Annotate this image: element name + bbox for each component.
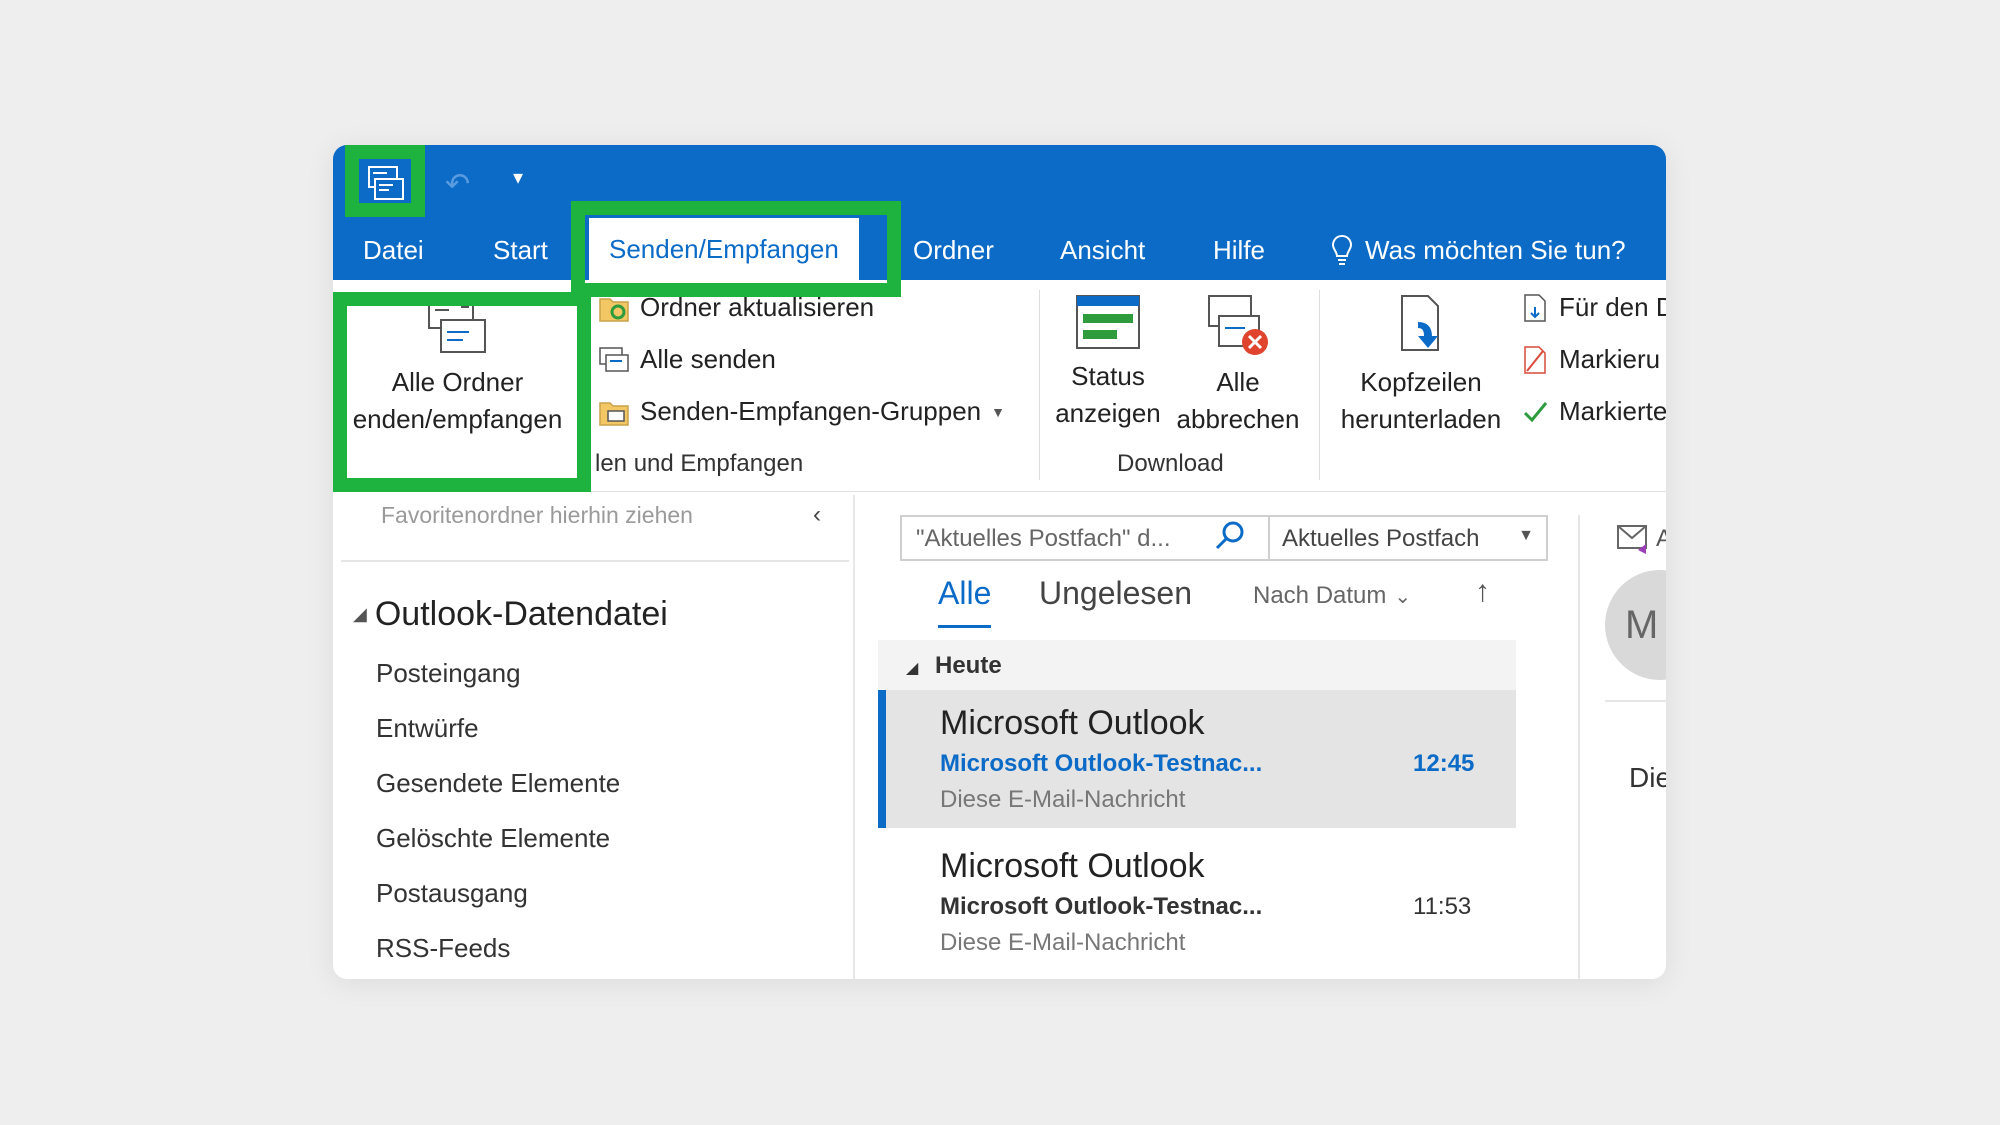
mail-sender: Microsoft Outlook	[940, 704, 1205, 742]
search-scope-dropdown[interactable]: Aktuelles Postfach ▼	[1268, 515, 1548, 561]
filter-unread[interactable]: Ungelesen	[1039, 575, 1192, 612]
send-receive-all-button[interactable]: Alle Ordner enden/empfangen	[345, 292, 570, 438]
update-folder-button[interactable]: Ordner aktualisieren	[598, 292, 874, 323]
send-receive-icon	[427, 295, 486, 353]
group-label-download: Download	[1117, 450, 1224, 477]
mark-download-icon	[1524, 345, 1546, 374]
send-receive-icon[interactable]	[363, 165, 409, 203]
cancel-all-button[interactable]: Alle abbrechen	[1173, 292, 1303, 438]
send-receive-all-label-2: enden/empfangen	[352, 404, 563, 434]
show-progress-label-1: Status	[1071, 361, 1145, 391]
send-all-button[interactable]: Alle senden	[598, 344, 776, 375]
mail-subject: Microsoft Outlook-Testnac...	[940, 893, 1263, 920]
send-receive-groups-label: Senden-Empfangen-Gruppen	[640, 396, 982, 426]
document-download-icon	[1524, 293, 1546, 322]
update-folder-label: Ordner aktualisieren	[640, 292, 875, 322]
server-option-2[interactable]: Markieru	[1521, 344, 1660, 375]
group-header-label: Heute	[934, 652, 1002, 679]
mail-preview: Diese E-Mail-Nachricht	[940, 786, 1186, 813]
filter-all[interactable]: Alle	[938, 575, 992, 628]
reading-pane-divider	[1578, 515, 1580, 979]
reading-pane-text: Die	[1629, 762, 1666, 793]
group-label-send-receive: len und Empfangen	[595, 450, 804, 477]
list-item[interactable]: Microsoft Outlook Microsoft Outlook-Test…	[878, 690, 1516, 828]
svg-text:A: A	[1656, 525, 1666, 552]
download-headers-icon	[1401, 295, 1439, 351]
checkmark-icon	[1523, 401, 1548, 422]
mail-sender: Microsoft Outlook	[940, 847, 1205, 885]
server-option-3-label: Markierte	[1559, 396, 1666, 426]
favorites-hint: Favoritenordner hierhin ziehen	[381, 502, 693, 528]
datafile-header[interactable]: ◢ Outlook-Datendatei	[353, 595, 668, 634]
reading-pane-divider	[1605, 700, 1666, 702]
collapse-pane-icon[interactable]: ‹	[813, 501, 821, 529]
tab-view[interactable]: Ansicht	[1060, 230, 1145, 270]
show-progress-label-2: anzeigen	[1055, 398, 1161, 428]
mail-preview: Diese E-Mail-Nachricht	[940, 929, 1186, 956]
pane-divider	[853, 495, 855, 979]
sort-dropdown[interactable]: Nach Datum ⌄	[1253, 582, 1411, 610]
customize-qat-icon[interactable]: ▾	[513, 165, 523, 190]
tell-me-label: Was möchten Sie tun?	[1365, 235, 1626, 265]
folder-outbox[interactable]: Postausgang	[376, 878, 528, 909]
refresh-folder-icon	[599, 297, 629, 322]
mail-subject: Microsoft Outlook-Testnac...	[940, 750, 1263, 777]
send-all-icon	[599, 346, 629, 372]
folder-sent[interactable]: Gesendete Elemente	[376, 768, 620, 799]
datafile-label: Outlook-Datendatei	[374, 595, 668, 633]
folder-rss[interactable]: RSS-Feeds	[376, 933, 510, 964]
group-divider	[1039, 290, 1040, 480]
group-header-today[interactable]: ◢ Heute	[878, 640, 1516, 690]
server-option-2-label: Markieru	[1559, 344, 1661, 374]
reply-envelope-icon[interactable]: A	[1616, 520, 1666, 561]
tell-me-box[interactable]: Was möchten Sie tun?	[1331, 230, 1626, 270]
mail-time: 11:53	[1413, 893, 1472, 920]
search-icon[interactable]	[1213, 519, 1247, 558]
progress-window-icon	[1076, 295, 1140, 349]
title-bar: ↶ ▾ Datei Start Senden/Empfangen Ordner …	[333, 145, 1666, 280]
tab-send-receive[interactable]: Senden/Empfangen	[589, 218, 859, 280]
sort-label: Nach Datum	[1253, 582, 1387, 609]
server-option-1-label: Für den D	[1559, 292, 1666, 322]
send-receive-groups-icon	[599, 401, 629, 426]
tab-folder[interactable]: Ordner	[913, 230, 994, 270]
outlook-window: ↶ ▾ Datei Start Senden/Empfangen Ordner …	[333, 145, 1666, 979]
tab-file[interactable]: Datei	[363, 230, 424, 270]
send-receive-groups-button[interactable]: Senden-Empfangen-Gruppen ▼	[598, 396, 1005, 427]
lightbulb-icon	[1331, 234, 1353, 265]
tab-start[interactable]: Start	[493, 230, 548, 270]
avatar: M	[1605, 570, 1666, 680]
expand-triangle-icon: ◢	[906, 660, 919, 677]
cancel-all-label-1: Alle	[1216, 367, 1260, 397]
favorites-divider	[341, 560, 849, 562]
chevron-down-icon: ⌄	[1394, 585, 1412, 608]
cancel-all-label-2: abbrechen	[1176, 404, 1300, 434]
folder-deleted[interactable]: Gelöschte Elemente	[376, 823, 610, 854]
undo-icon[interactable]: ↶	[445, 167, 470, 202]
chevron-down-icon: ▼	[991, 403, 1005, 420]
list-item[interactable]: Microsoft Outlook Microsoft Outlook-Test…	[878, 833, 1516, 971]
group-divider	[1319, 290, 1320, 480]
server-option-3[interactable]: Markierte	[1521, 396, 1666, 427]
expand-triangle-icon: ◢	[353, 604, 367, 624]
mail-time: 12:45	[1413, 750, 1475, 777]
download-headers-label-1: Kopfzeilen	[1360, 367, 1482, 397]
send-receive-all-label-1: Alle Ordner	[391, 367, 524, 397]
sort-direction-icon[interactable]: ↑	[1475, 575, 1490, 609]
folder-inbox[interactable]: Posteingang	[376, 658, 521, 689]
send-all-label: Alle senden	[640, 344, 776, 374]
show-progress-button[interactable]: Status anzeigen	[1053, 292, 1163, 432]
server-option-1[interactable]: Für den D	[1521, 292, 1666, 323]
cancel-all-icon	[1208, 295, 1268, 355]
tab-help[interactable]: Hilfe	[1213, 230, 1265, 270]
download-headers-label-2: herunterladen	[1340, 404, 1502, 434]
chevron-down-icon: ▼	[1518, 527, 1534, 544]
ribbon: Alle Ordner enden/empfangen Ordner aktua…	[333, 280, 1666, 492]
folder-drafts[interactable]: Entwürfe	[376, 713, 479, 744]
search-scope-label: Aktuelles Postfach	[1282, 525, 1480, 552]
download-headers-button[interactable]: Kopfzeilen herunterladen	[1331, 292, 1511, 438]
